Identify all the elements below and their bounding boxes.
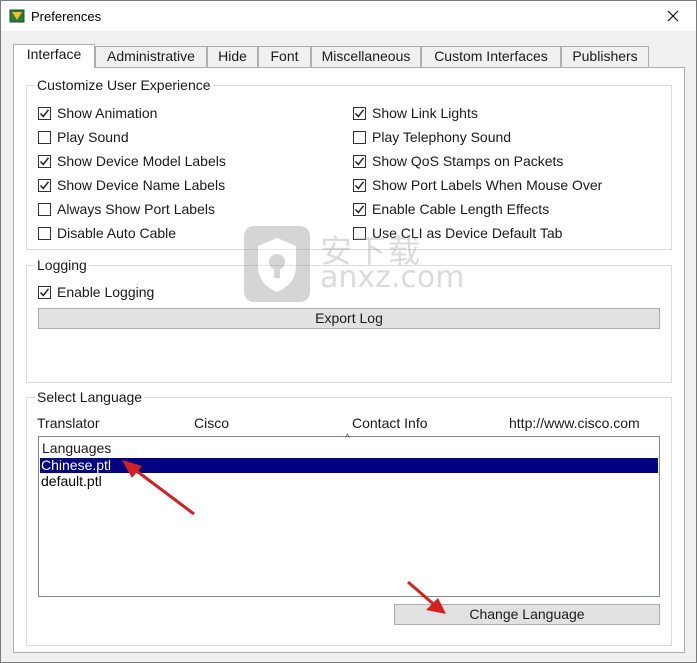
checkbox-label: Enable Logging [57,284,155,300]
enable-logging-checkbox[interactable]: Enable Logging [38,283,154,301]
checkbox-box[interactable] [38,130,51,144]
checkbox-label: Always Show Port Labels [57,201,215,217]
check-icon [354,180,365,190]
checkbox-label: Show Port Labels When Mouse Over [372,177,603,193]
customize-title: Customize User Experience [35,76,213,94]
language-title: Select Language [35,388,145,406]
show-qos-stamps-checkbox[interactable]: Show QoS Stamps on Packets [353,152,563,170]
logging-group: Logging Enable Logging Export Log [26,256,672,383]
checkbox-box[interactable] [38,285,51,299]
checkbox-box[interactable] [353,226,366,240]
window-title: Preferences [31,9,102,24]
title-bar: Preferences [1,1,696,31]
logging-title: Logging [35,256,89,274]
check-icon [39,287,50,297]
interface-panel: Customize User Experience Show Animation… [13,67,685,653]
customize-group: Customize User Experience Show Animation… [26,76,672,250]
check-icon [39,180,50,190]
tab-font[interactable]: Font [258,46,311,67]
checkbox-box[interactable] [38,178,51,192]
enable-cable-length-effects-checkbox[interactable]: Enable Cable Length Effects [353,200,549,218]
checkbox-box[interactable] [353,178,366,192]
show-port-labels-mouse-over-checkbox[interactable]: Show Port Labels When Mouse Over [353,176,602,194]
checkbox-label: Use CLI as Device Default Tab [372,225,563,241]
close-icon[interactable] [667,10,679,22]
language-item-default[interactable]: default.ptl [40,474,658,489]
tab-interface[interactable]: Interface [13,44,95,68]
show-animation-checkbox[interactable]: Show Animation [38,104,157,122]
checkbox-box[interactable] [353,202,366,216]
checkbox-label: Show Device Name Labels [57,177,226,193]
checkbox-label: Show QoS Stamps on Packets [372,153,564,169]
app-icon [9,9,25,23]
show-device-model-labels-checkbox[interactable]: Show Device Model Labels [38,152,226,170]
tab-publishers[interactable]: Publishers [561,46,649,67]
translator-label: Translator [37,415,100,431]
close-button[interactable] [650,1,696,31]
contact-label: Contact Info [352,415,428,431]
checkbox-box[interactable] [38,106,51,120]
translator-value: Cisco [194,415,230,431]
tab-custom-interfaces[interactable]: Custom Interfaces [421,46,561,67]
language-list[interactable]: Languages ^ Chinese.ptl default.ptl [38,433,660,597]
check-icon [354,204,365,214]
language-item-chinese[interactable]: Chinese.ptl [40,458,658,473]
preferences-window: Preferences Interface Administrative Hid… [0,0,697,663]
checkbox-box[interactable] [353,106,366,120]
disable-auto-cable-checkbox[interactable]: Disable Auto Cable [38,224,176,242]
check-icon [354,156,365,166]
checkbox-box[interactable] [38,226,51,240]
tab-hide[interactable]: Hide [207,46,258,67]
tab-administrative[interactable]: Administrative [95,46,207,67]
play-sound-checkbox[interactable]: Play Sound [38,128,129,146]
show-device-name-labels-checkbox[interactable]: Show Device Name Labels [38,176,225,194]
check-icon [354,108,365,118]
checkbox-label: Play Sound [57,129,129,145]
checkbox-label: Show Link Lights [372,105,478,121]
checkbox-box[interactable] [353,154,366,168]
show-link-lights-checkbox[interactable]: Show Link Lights [353,104,478,122]
export-log-button[interactable]: Export Log [38,308,660,329]
use-cli-default-tab-checkbox[interactable]: Use CLI as Device Default Tab [353,224,562,242]
check-icon [39,156,50,166]
change-language-button[interactable]: Change Language [394,604,660,625]
checkbox-label: Show Animation [57,105,158,121]
play-telephony-sound-checkbox[interactable]: Play Telephony Sound [353,128,511,146]
tab-miscellaneous[interactable]: Miscellaneous [311,46,421,67]
checkbox-label: Show Device Model Labels [57,153,226,169]
checkbox-box[interactable] [353,130,366,144]
checkbox-label: Play Telephony Sound [372,129,512,145]
sort-ascending-icon: ^ [345,433,350,444]
check-icon [39,108,50,118]
checkbox-label: Enable Cable Length Effects [372,201,550,217]
languages-column-header[interactable]: Languages [42,440,111,456]
checkbox-box[interactable] [38,202,51,216]
contact-value: http://www.cisco.com [509,415,640,431]
checkbox-label: Disable Auto Cable [57,225,177,241]
always-show-port-labels-checkbox[interactable]: Always Show Port Labels [38,200,215,218]
checkbox-box[interactable] [38,154,51,168]
